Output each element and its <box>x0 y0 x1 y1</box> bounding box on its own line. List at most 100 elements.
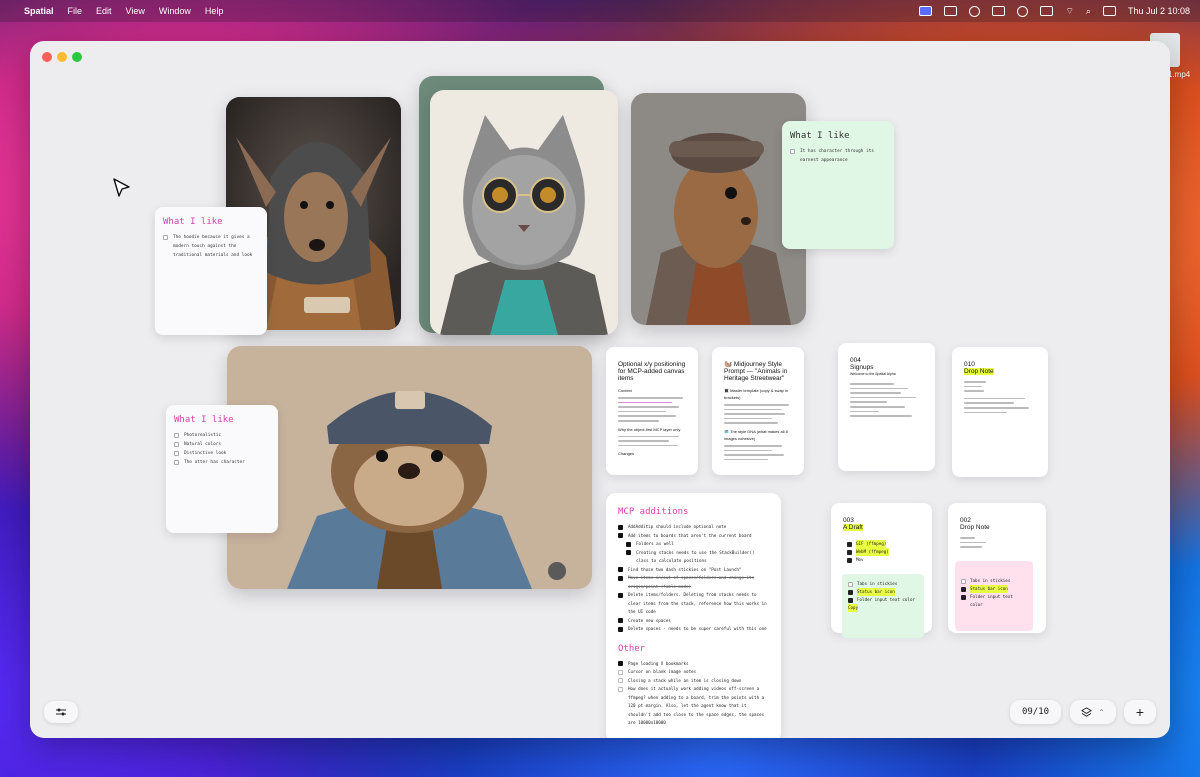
sticky-item: Folder input text color <box>961 593 1027 609</box>
doc-mcp-positioning[interactable]: Optional x/y positioning for MCP-added c… <box>606 347 698 475</box>
task-item: Folders as well <box>618 540 769 549</box>
checkbox[interactable] <box>174 433 179 438</box>
minimize-window-button[interactable] <box>57 52 67 62</box>
checkbox[interactable] <box>847 542 852 547</box>
app-menu[interactable]: Spatial <box>24 6 54 16</box>
sticky-item-text: Folder input text color <box>857 597 915 602</box>
task-checkbox[interactable] <box>626 550 631 556</box>
squirrel-note[interactable]: What I like It has character through its… <box>782 121 894 249</box>
draft-sticky[interactable]: Tabs in stickies Status bar icon Folder … <box>842 574 924 638</box>
checkbox[interactable] <box>174 451 179 456</box>
task-checkbox[interactable] <box>618 567 623 573</box>
add-button[interactable]: + <box>1124 700 1156 724</box>
format-item-text: GIF (ffmpeg) <box>856 540 887 548</box>
drop-note-sticky[interactable]: Tabs in stickies Status bar icon Folder … <box>955 561 1033 631</box>
close-window-button[interactable] <box>42 52 52 62</box>
notes-status-icon[interactable] <box>944 6 958 16</box>
checkbox[interactable] <box>847 558 852 563</box>
settings-sliders-button[interactable] <box>44 701 78 723</box>
task-text: Page loading X bookmarks <box>628 660 689 666</box>
record-status-icon[interactable] <box>969 5 981 17</box>
mcp-additions-note[interactable]: MCP additions AddAdditip should include … <box>606 493 781 738</box>
task-checkbox[interactable] <box>618 678 623 684</box>
doc-midjourney-prompt[interactable]: 🐿️ Midjourney Style Prompt — "Animals in… <box>712 347 804 475</box>
note-item-text: Distinctive look <box>184 451 227 456</box>
checkbox[interactable] <box>163 235 168 240</box>
task-item: Delete items/folders. Deleting from stac… <box>618 591 769 617</box>
task-checkbox[interactable] <box>618 626 623 632</box>
doc-number: 004 <box>850 357 861 364</box>
task-checkbox[interactable] <box>618 618 623 624</box>
cat-illustration <box>430 90 618 335</box>
note-item-text: The hoodie because it gives a modern tou… <box>173 235 253 258</box>
screen-status-icon[interactable] <box>992 6 1006 16</box>
checkbox[interactable] <box>961 587 966 592</box>
task-text: Find those two dash stickies on "Post La… <box>628 566 742 572</box>
deer-note[interactable]: What I like The hoodie because it gives … <box>155 207 267 335</box>
task-checkbox[interactable] <box>618 524 623 530</box>
note-item: The otter has character <box>166 458 278 467</box>
mcp-task-list: AddAdditip should include optional note A… <box>618 523 769 634</box>
note-item-text: It has character through its earnest app… <box>800 149 875 163</box>
note-title: What I like <box>163 217 223 227</box>
focus-status-icon[interactable] <box>1017 5 1029 17</box>
task-text: Creating stacks needs to use the StackBu… <box>636 549 755 564</box>
sticky-item: Folder input text color <box>848 596 918 604</box>
checkbox[interactable] <box>790 149 795 154</box>
checkbox[interactable] <box>174 460 179 465</box>
clock[interactable]: Thu Jul 2 10:08 <box>1128 6 1190 16</box>
note-title: What I like <box>790 131 850 141</box>
doc-drop-note-010[interactable]: 010 Drop Note <box>952 347 1048 477</box>
cat-image[interactable] <box>430 90 618 335</box>
spatial-status-icon[interactable] <box>919 6 933 16</box>
checkbox[interactable] <box>174 442 179 447</box>
otter-image[interactable] <box>227 346 592 589</box>
menu-help[interactable]: Help <box>205 6 224 16</box>
task-checkbox[interactable] <box>618 575 623 581</box>
checkbox[interactable] <box>848 598 853 603</box>
task-checkbox[interactable] <box>618 686 623 692</box>
note-item-text: The otter has character <box>184 460 245 465</box>
note-item: Natural colors <box>166 440 278 449</box>
menu-window[interactable]: Window <box>159 6 191 16</box>
squirrel-illustration <box>631 93 806 325</box>
sticky-item-text: Tabs in stickies <box>970 578 1011 583</box>
menu-edit[interactable]: Edit <box>96 6 112 16</box>
task-item: How does it actually work adding videos … <box>618 685 769 728</box>
doc-subheading: Changes <box>618 451 635 457</box>
wifi-icon[interactable]: ⌔ <box>1065 6 1073 17</box>
checkbox[interactable] <box>848 582 853 587</box>
layers-button[interactable]: ⌃ <box>1070 700 1116 724</box>
format-item-text: Mov <box>856 557 864 562</box>
checkbox[interactable] <box>961 579 966 584</box>
task-text: Move items in/out of spaces/folders and … <box>628 575 755 589</box>
sticky-item: Tabs in stickies <box>961 577 1027 585</box>
format-item-text: WebM (ffmpeg) <box>856 548 889 556</box>
zoom-window-button[interactable] <box>72 52 82 62</box>
control-center-icon[interactable] <box>1102 6 1116 16</box>
checkbox[interactable] <box>848 590 853 595</box>
menu-file[interactable]: File <box>68 6 83 16</box>
task-checkbox[interactable] <box>618 592 623 598</box>
page-counter[interactable]: 09/10 <box>1010 700 1061 724</box>
doc-signups[interactable]: 004 Signups Welcome to the Spatial Alpha <box>838 343 935 471</box>
task-checkbox[interactable] <box>618 533 623 539</box>
search-icon[interactable]: ⌕ <box>1086 6 1091 17</box>
checkbox[interactable] <box>961 595 966 600</box>
task-item: AddAdditip should include optional note <box>618 523 769 532</box>
checkbox[interactable] <box>847 550 852 555</box>
doc-number: 002 <box>960 517 971 524</box>
sticky-item-text: Copy <box>848 604 859 612</box>
task-checkbox[interactable] <box>626 541 631 547</box>
task-item: Creating stacks needs to use the StackBu… <box>618 549 769 566</box>
app-window: What I like The hoodie because it gives … <box>30 41 1170 738</box>
desktop-file-label[interactable]: 1.mp4 <box>1168 70 1190 79</box>
task-item: Find those two dash stickies on "Post La… <box>618 566 769 575</box>
note-item-text: Natural colors <box>184 442 222 447</box>
task-checkbox[interactable] <box>618 669 623 675</box>
battery-icon[interactable] <box>1040 6 1054 16</box>
otter-note[interactable]: What I like Photorealistic Natural color… <box>166 405 278 533</box>
task-checkbox[interactable] <box>618 661 623 667</box>
squirrel-image[interactable] <box>631 93 806 325</box>
menu-view[interactable]: View <box>126 6 145 16</box>
